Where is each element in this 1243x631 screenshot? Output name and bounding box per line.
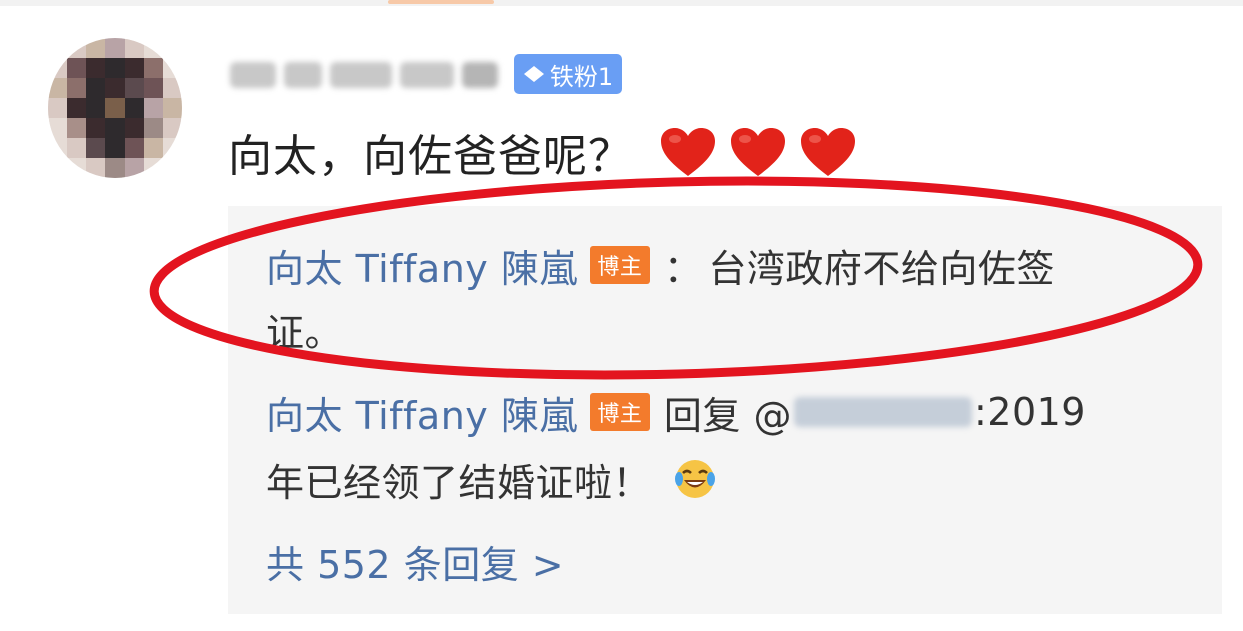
top-divider: [0, 0, 1243, 6]
reply-2-line-1: 向太 Tiffany 陳嵐 博主 回复 @ :2019: [266, 386, 1086, 438]
mentioned-user-blurred[interactable]: [793, 397, 972, 427]
reply-author-link[interactable]: 向太 Tiffany 陳嵐: [266, 385, 578, 440]
hearts-row: [659, 126, 857, 178]
reply-1-line-1: 向太 Tiffany 陳嵐 博主 ： 台湾政府不给向佐签: [266, 238, 1055, 293]
reply-1-line-2: 证。: [266, 304, 344, 355]
avatar[interactable]: [48, 38, 182, 178]
reply-to-label: 回复 @: [663, 393, 792, 438]
reply-separator: ：: [663, 246, 703, 291]
comment-body: 向太，向佐爸爸呢？: [228, 122, 857, 182]
diamond-icon: [523, 66, 544, 82]
blogger-badge: 博主: [589, 246, 650, 284]
heart-icon: [661, 128, 715, 176]
reply-text-continued: 证。: [266, 310, 344, 355]
blogger-badge: 博主: [589, 393, 650, 431]
comment-text: 向太，向佐爸爸呢？: [228, 131, 633, 182]
weibo-comment-screenshot: 铁粉1 向太，向佐爸爸呢？ 向太 Tiffany 陳嵐 博主 ： 台湾政府不给向…: [0, 0, 1243, 631]
fan-level-badge: 铁粉1: [514, 54, 622, 94]
reply-author-link[interactable]: 向太 Tiffany 陳嵐: [266, 238, 578, 293]
reply-text: :2019: [973, 390, 1086, 434]
heart-icon: [801, 128, 855, 176]
fan-badge-label: 铁粉1: [549, 62, 614, 91]
top-tab-indicator: [388, 0, 494, 4]
laughing-crying-emoji-icon: [675, 460, 716, 498]
reply-2-line-2: 年已经领了结婚证啦！: [266, 452, 717, 506]
view-all-replies-link[interactable]: 共 552 条回复 >: [266, 534, 564, 589]
username-blurred[interactable]: [226, 52, 500, 98]
heart-icon: [731, 128, 785, 176]
reply-text: 台湾政府不给向佐签: [708, 246, 1055, 291]
reply-text-continued: 年已经领了结婚证啦！: [266, 460, 652, 505]
